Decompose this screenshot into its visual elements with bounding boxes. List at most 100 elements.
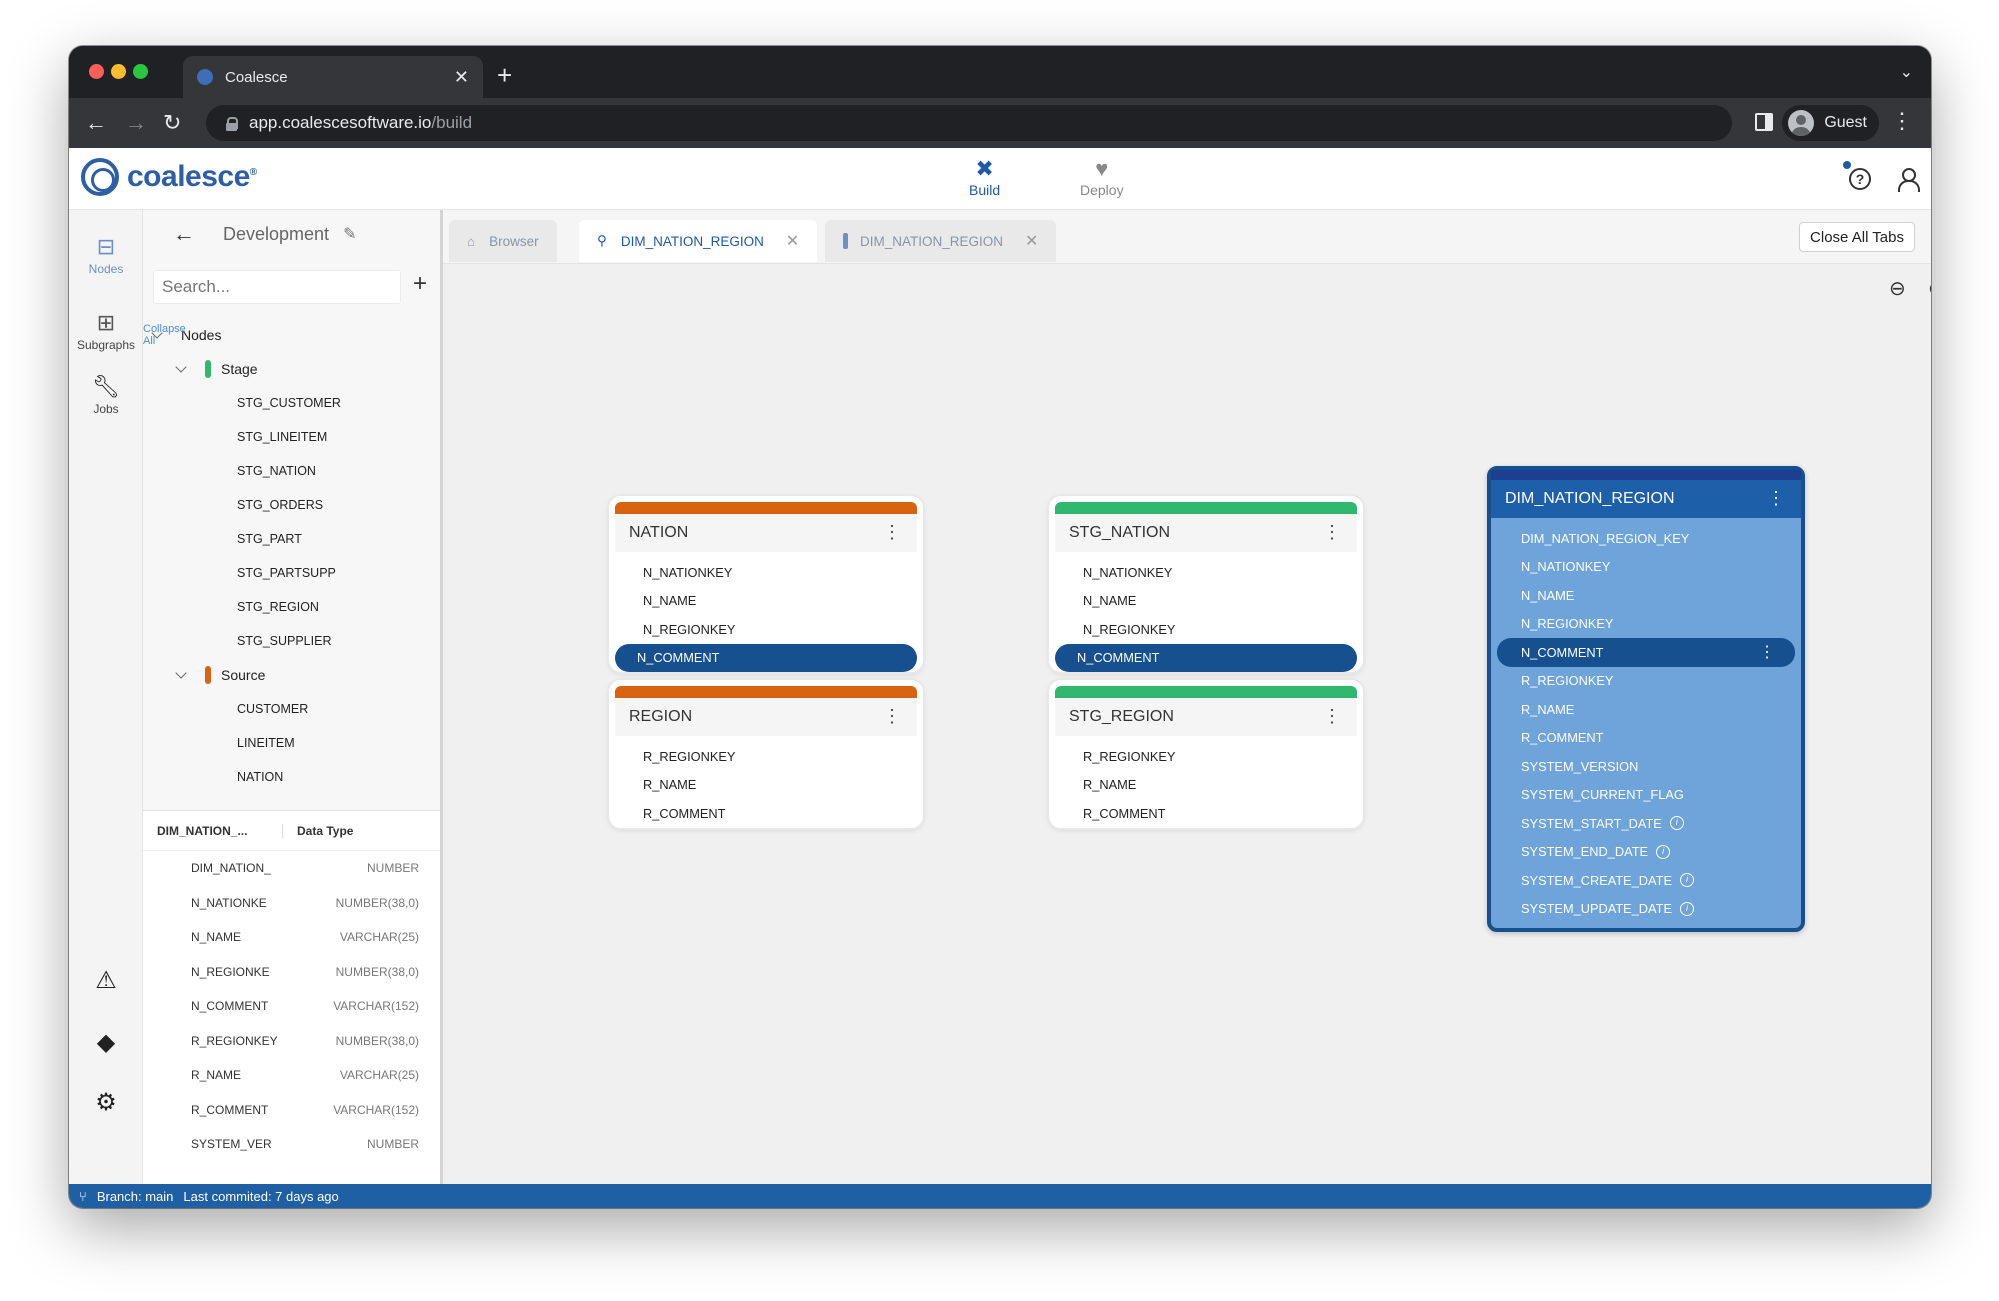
- column-item-selected[interactable]: N_COMMENT ⋮: [1497, 638, 1795, 667]
- node-nation[interactable]: NATION ⋮ N_NATIONKEY N_NAME N_REGIONKEY …: [609, 496, 923, 672]
- column-item[interactable]: R_COMMENT: [1055, 799, 1357, 828]
- info-icon[interactable]: i: [1680, 873, 1694, 888]
- node-region[interactable]: REGION ⋮ R_REGIONKEY R_NAME R_COMMENT: [609, 680, 923, 828]
- column-item-selected[interactable]: N_COMMENT: [615, 643, 917, 672]
- zoom-out-icon[interactable]: ⊖: [1889, 276, 1906, 301]
- chevron-down-icon[interactable]: [175, 667, 187, 679]
- minimize-window-button[interactable]: [111, 64, 126, 79]
- close-window-button[interactable]: [89, 64, 104, 79]
- branch-status[interactable]: Branch: main: [97, 1189, 174, 1204]
- rail-jobs[interactable]: 🔧︎ Jobs: [69, 374, 143, 416]
- tree-item[interactable]: STG_NATION: [143, 454, 316, 488]
- column-name-header[interactable]: DIM_NATION_...: [143, 823, 283, 838]
- zoom-in-icon[interactable]: ⊕: [1928, 276, 1931, 301]
- column-item[interactable]: SYSTEM_CREATE_DATE i: [1497, 866, 1795, 895]
- tree-item[interactable]: STG_SUPPLIER: [143, 624, 331, 658]
- deploy-mode-button[interactable]: ♥ Deploy: [1080, 156, 1124, 198]
- column-item[interactable]: N_NATIONKEY: [1055, 558, 1357, 587]
- node-menu-icon[interactable]: ⋮: [883, 522, 901, 543]
- tab-dim-nation-region-2[interactable]: DIM_NATION_REGION ✕: [825, 220, 1057, 262]
- node-stg-region[interactable]: STG_REGION ⋮ R_REGIONKEY R_NAME R_COMMEN…: [1049, 680, 1363, 828]
- tree-item[interactable]: STG_PART: [143, 522, 302, 556]
- tab-browser[interactable]: ⌂ Browser: [449, 220, 557, 262]
- column-item[interactable]: DIM_NATION_REGION_KEY: [1497, 524, 1795, 553]
- column-item[interactable]: N_NAME: [1497, 581, 1795, 610]
- collapse-all-link[interactable]: Collapse All: [143, 323, 197, 347]
- side-panel-icon[interactable]: [1755, 113, 1773, 131]
- column-item[interactable]: N_REGIONKEY: [1055, 615, 1357, 644]
- node-dim-nation-region[interactable]: DIM_NATION_REGION ⋮ DIM_NATION_REGION_KE…: [1487, 466, 1805, 932]
- column-row[interactable]: N_REGIONKE NUMBER(38,0): [143, 955, 440, 990]
- tree-item[interactable]: CUSTOMER: [143, 692, 308, 726]
- column-item[interactable]: SYSTEM_END_DATE i: [1497, 838, 1795, 867]
- tree-item[interactable]: NATION: [143, 760, 283, 794]
- column-row[interactable]: R_COMMENT VARCHAR(152): [143, 1093, 440, 1128]
- close-tab-icon[interactable]: ✕: [454, 67, 469, 88]
- tree-item[interactable]: LINEITEM: [143, 726, 295, 760]
- node-menu-icon[interactable]: ⋮: [1323, 706, 1341, 727]
- column-item[interactable]: R_COMMENT: [1497, 724, 1795, 753]
- browser-tab[interactable]: Coalesce ✕: [183, 56, 483, 98]
- browser-menu-icon[interactable]: ⋮: [1891, 108, 1913, 134]
- close-tab-icon[interactable]: ✕: [1025, 231, 1038, 251]
- help-icon[interactable]: ?: [1849, 168, 1871, 190]
- column-item[interactable]: N_NATIONKEY: [615, 558, 917, 587]
- column-row[interactable]: N_COMMENT VARCHAR(152): [143, 989, 440, 1024]
- node-stg-nation[interactable]: STG_NATION ⋮ N_NATIONKEY N_NAME N_REGION…: [1049, 496, 1363, 672]
- tab-dim-nation-region[interactable]: ⚲ DIM_NATION_REGION ✕: [579, 220, 818, 262]
- address-bar[interactable]: app.coalescesoftware.io/build: [206, 105, 1732, 141]
- add-node-icon[interactable]: +: [413, 270, 427, 298]
- new-tab-icon[interactable]: +: [497, 60, 512, 91]
- column-row[interactable]: N_NAME VARCHAR(25): [143, 920, 440, 955]
- column-row[interactable]: N_NATIONKE NUMBER(38,0): [143, 886, 440, 921]
- info-icon[interactable]: i: [1680, 901, 1694, 916]
- settings-gear-icon[interactable]: ⚙︎: [69, 1088, 143, 1117]
- column-item[interactable]: N_NAME: [1055, 587, 1357, 616]
- reload-icon[interactable]: ↻: [163, 110, 181, 136]
- tree-group-source[interactable]: Source: [143, 658, 265, 692]
- column-item[interactable]: R_REGIONKEY: [1497, 667, 1795, 696]
- column-row[interactable]: R_NAME VARCHAR(25): [143, 1058, 440, 1093]
- coalesce-logo[interactable]: coalesce®: [81, 158, 257, 196]
- column-item[interactable]: R_REGIONKEY: [615, 742, 917, 771]
- column-item[interactable]: SYSTEM_UPDATE_DATE i: [1497, 895, 1795, 924]
- maximize-window-button[interactable]: [133, 64, 148, 79]
- dag-canvas[interactable]: NATION ⋮ N_NATIONKEY N_NAME N_REGIONKEY …: [443, 302, 1931, 1184]
- git-icon[interactable]: ◆: [69, 1028, 143, 1057]
- warning-icon[interactable]: ⚠︎: [69, 966, 143, 995]
- column-item[interactable]: SYSTEM_START_DATE i: [1497, 809, 1795, 838]
- node-menu-icon[interactable]: ⋮: [883, 706, 901, 727]
- column-item[interactable]: N_REGIONKEY: [615, 615, 917, 644]
- close-tab-icon[interactable]: ✕: [786, 231, 799, 251]
- tree-group-stage[interactable]: Stage: [143, 352, 258, 386]
- column-item[interactable]: SYSTEM_VERSION: [1497, 752, 1795, 781]
- datatype-header[interactable]: Data Type: [283, 824, 353, 838]
- back-arrow-icon[interactable]: ←: [85, 110, 107, 136]
- rail-nodes[interactable]: ⊟ Nodes: [69, 234, 143, 276]
- column-item[interactable]: R_NAME: [1055, 771, 1357, 800]
- info-icon[interactable]: i: [1669, 816, 1684, 831]
- info-icon[interactable]: i: [1656, 844, 1671, 859]
- node-menu-icon[interactable]: ⋮: [1323, 522, 1341, 543]
- back-icon[interactable]: ←: [173, 221, 195, 247]
- column-menu-icon[interactable]: ⋮: [1759, 642, 1775, 662]
- column-row[interactable]: R_REGIONKEY NUMBER(38,0): [143, 1024, 440, 1059]
- chevron-down-icon[interactable]: [175, 361, 187, 373]
- search-input[interactable]: [153, 270, 401, 304]
- tree-item[interactable]: STG_PARTSUPP: [143, 556, 336, 590]
- column-item[interactable]: SYSTEM_CURRENT_FLAG: [1497, 781, 1795, 810]
- tree-item[interactable]: STG_ORDERS: [143, 488, 323, 522]
- column-row[interactable]: SYSTEM_VER NUMBER: [143, 1127, 440, 1162]
- build-mode-button[interactable]: ✖ Build: [969, 156, 1000, 198]
- tree-root-nodes[interactable]: Nodes Collapse All: [143, 318, 221, 352]
- forward-arrow-icon[interactable]: →: [125, 110, 147, 136]
- close-all-tabs-button[interactable]: Close All Tabs: [1799, 222, 1915, 252]
- column-row[interactable]: DIM_NATION_ NUMBER: [143, 851, 440, 886]
- user-icon[interactable]: [1897, 168, 1920, 192]
- column-item[interactable]: R_NAME: [615, 771, 917, 800]
- node-menu-icon[interactable]: ⋮: [1767, 488, 1785, 509]
- column-item[interactable]: N_NATIONKEY: [1497, 553, 1795, 582]
- tree-item[interactable]: STG_CUSTOMER: [143, 386, 341, 420]
- column-item[interactable]: R_REGIONKEY: [1055, 742, 1357, 771]
- tree-item[interactable]: STG_REGION: [143, 590, 319, 624]
